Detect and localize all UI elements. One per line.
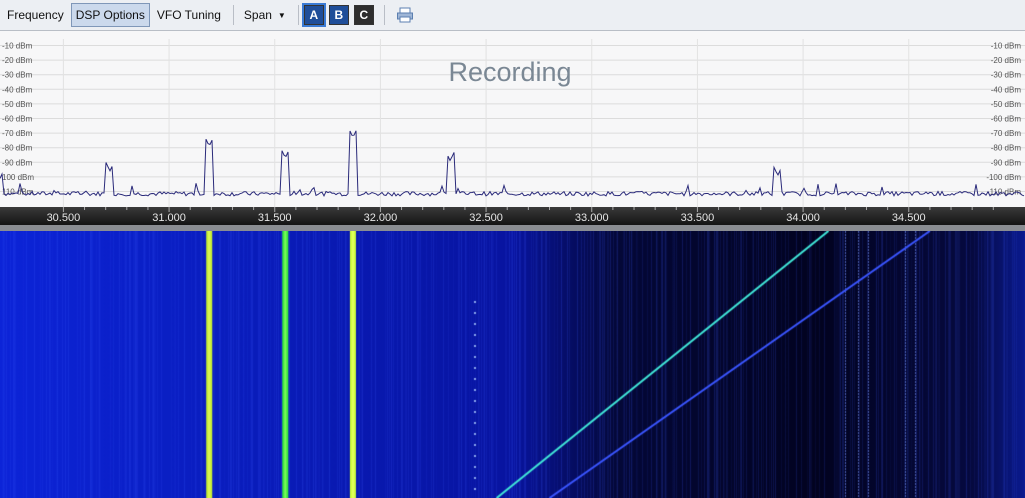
dbm-label: -20 dBm bbox=[2, 56, 33, 65]
dbm-label: 100 dBm bbox=[2, 173, 34, 182]
print-icon[interactable] bbox=[396, 6, 414, 24]
vfo-a-button[interactable]: A bbox=[301, 3, 326, 27]
toolbar-separator bbox=[297, 5, 299, 25]
recording-overlay: Recording bbox=[448, 57, 571, 87]
toolbar: Frequency DSP Options VFO Tuning Span ▼ A… bbox=[0, 0, 1025, 31]
toolbar-separator bbox=[383, 5, 385, 25]
dbm-label: -80 dBm bbox=[991, 144, 1022, 153]
frequency-tick-label: 34.000 bbox=[786, 212, 820, 224]
frequency-tick-label: 30.500 bbox=[47, 212, 81, 224]
span-label: Span bbox=[243, 8, 272, 22]
frequency-tick-label: 32.000 bbox=[364, 212, 398, 224]
vfo-c-button[interactable]: C bbox=[353, 5, 374, 25]
frequency-tab[interactable]: Frequency bbox=[2, 3, 69, 27]
frequency-ticks: 30.500 31.000 31.500 32.000 32.500 33.000 33.5… bbox=[47, 207, 994, 224]
dbm-labels-left: -10 dBm -20 dBm -30 dBm -40 dBm -50 dBm -60 d… bbox=[2, 42, 34, 197]
frequency-tick-label: 34.500 bbox=[892, 212, 926, 224]
waterfall-display[interactable] bbox=[0, 231, 1025, 498]
dbm-label: -40 dBm bbox=[2, 85, 33, 94]
dbm-label: -10 dBm bbox=[991, 42, 1022, 51]
dbm-label: -40 dBm bbox=[991, 85, 1022, 94]
dbm-label: -30 dBm bbox=[2, 71, 33, 80]
dbm-labels-right: -10 dBm -20 dBm -30 dBm -40 dBm -50 dBm -60 d… bbox=[986, 42, 1021, 197]
toolbar-separator bbox=[232, 5, 234, 25]
span-dropdown[interactable]: Span ▼ bbox=[239, 3, 291, 27]
vfo-tuning-tab[interactable]: VFO Tuning bbox=[152, 3, 226, 27]
dbm-label: -90 dBm bbox=[2, 158, 33, 167]
vfo-b-button[interactable]: B bbox=[328, 5, 349, 25]
dbm-label: -70 dBm bbox=[991, 129, 1022, 138]
frequency-tick-label: 33.500 bbox=[681, 212, 715, 224]
frequency-tick-label: 31.000 bbox=[152, 212, 186, 224]
dbm-label: -50 dBm bbox=[2, 100, 33, 109]
dbm-label: -10 dBm bbox=[2, 42, 33, 51]
dbm-label: -60 dBm bbox=[2, 115, 33, 124]
frequency-scale[interactable]: 30.500 31.000 31.500 32.000 32.500 33.000 33.5… bbox=[0, 207, 1025, 225]
dbm-label: -90 dBm bbox=[991, 158, 1022, 167]
spectrum-trace bbox=[0, 130, 1025, 198]
dbm-label: -70 dBm bbox=[2, 129, 33, 138]
dbm-label: -30 dBm bbox=[991, 71, 1022, 80]
dbm-label: -20 dBm bbox=[991, 56, 1022, 65]
dbm-label: -50 dBm bbox=[991, 100, 1022, 109]
frequency-tick-label: 31.500 bbox=[258, 212, 292, 224]
chevron-down-icon: ▼ bbox=[277, 11, 286, 20]
dbm-label: -100 dBm bbox=[986, 173, 1021, 182]
dbm-label: -60 dBm bbox=[991, 115, 1022, 124]
dbm-label: -80 dBm bbox=[2, 144, 33, 153]
frequency-tick-label: 33.000 bbox=[575, 212, 609, 224]
dsp-options-tab[interactable]: DSP Options bbox=[70, 3, 150, 27]
spectrum-display[interactable]: -10 dBm -20 dBm -30 dBm -40 dBm -50 dBm -60 d… bbox=[0, 31, 1025, 207]
frequency-tick-label: 32.500 bbox=[469, 212, 503, 224]
